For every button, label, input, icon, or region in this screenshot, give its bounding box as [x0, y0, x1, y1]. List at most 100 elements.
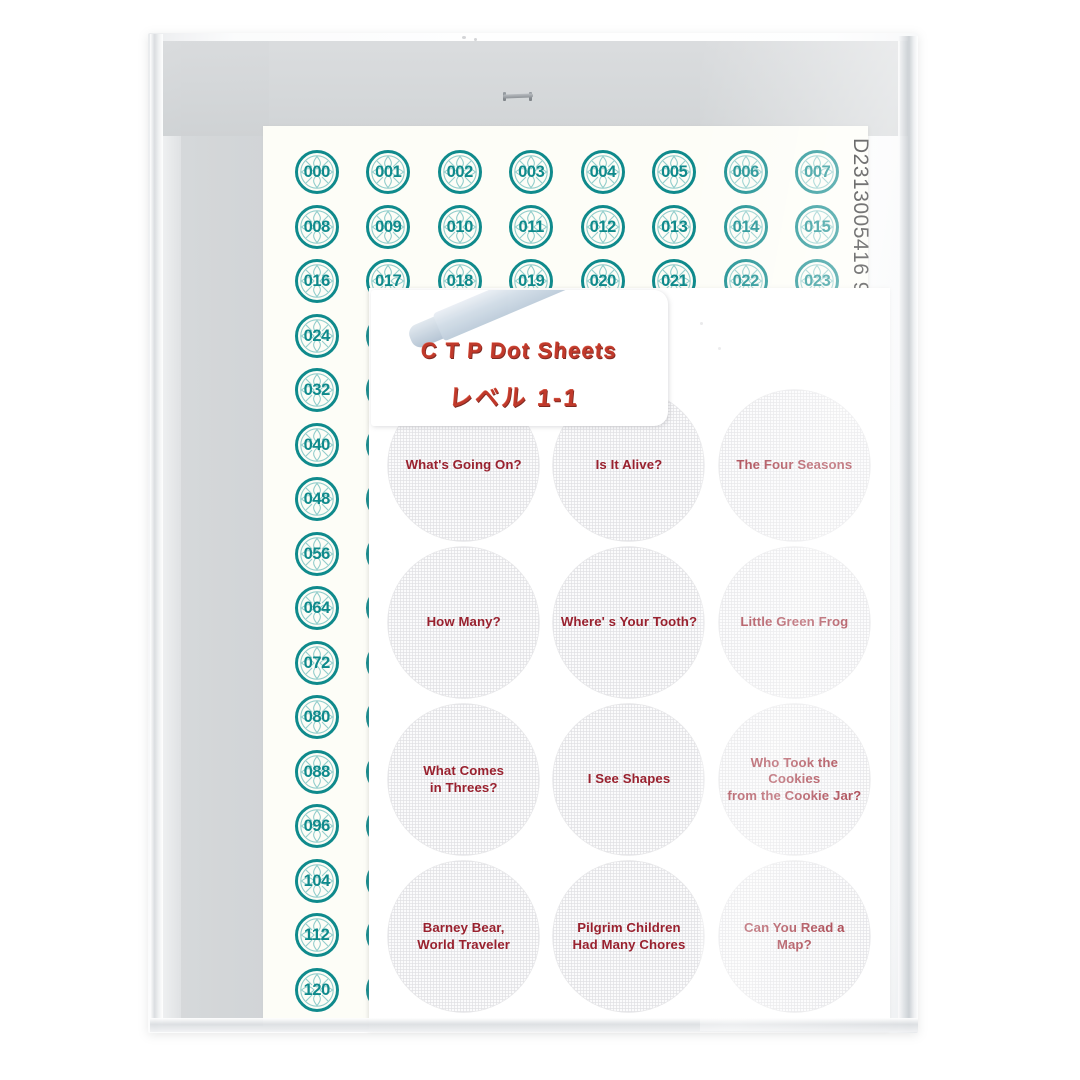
title-sticker-cell[interactable]: Pilgrim Children Had Many Chores	[546, 859, 711, 1014]
number-dot-cell[interactable]: 004	[567, 145, 639, 200]
numbered-dot-sticker[interactable]: 024	[294, 313, 339, 358]
numbered-dot-sticker[interactable]: 008	[294, 204, 339, 249]
dot-number-label: 072	[303, 653, 331, 672]
dot-number-label: 007	[804, 163, 831, 181]
number-dot-cell[interactable]: 003	[496, 145, 568, 200]
numbered-dot-sticker[interactable]: 056	[294, 531, 339, 576]
dot-number-label: 011	[518, 217, 545, 236]
number-dot-cell[interactable]: 012	[567, 200, 639, 255]
dot-number-label: 015	[804, 217, 831, 236]
product-code-text: D2313005416 9	[849, 138, 872, 294]
number-dot-cell[interactable]: 096	[281, 799, 353, 854]
title-sticker-cell[interactable]: Barney Bear, World Traveler	[381, 859, 546, 1014]
numbered-dot-sticker[interactable]: 007	[795, 150, 840, 195]
number-dot-cell[interactable]: 088	[281, 745, 353, 800]
number-dot-cell[interactable]: 032	[281, 363, 353, 418]
staple-icon	[502, 91, 534, 101]
number-dot-cell[interactable]: 112	[281, 908, 353, 963]
numbered-dot-sticker[interactable]: 006	[723, 150, 768, 195]
title-sticker[interactable]: Barney Bear, World Traveler	[388, 861, 540, 1012]
number-dot-cell[interactable]: 009	[353, 200, 425, 255]
title-sticker[interactable]: What Comes in Threes?	[388, 704, 540, 855]
numbered-dot-sticker[interactable]: 005	[652, 150, 697, 195]
number-dot-cell[interactable]: 007	[782, 145, 854, 200]
number-dot-row: 000 001 002 003 004 005 006 007	[281, 145, 856, 200]
bag-top-flap	[163, 41, 908, 136]
number-dot-cell[interactable]: 048	[281, 472, 353, 527]
numbered-dot-sticker[interactable]: 014	[723, 204, 768, 249]
number-dot-cell[interactable]: 006	[710, 145, 782, 200]
number-dot-cell[interactable]: 080	[281, 690, 353, 745]
title-sticker-cell[interactable]: How Many?	[381, 545, 546, 700]
title-sticker[interactable]: Where' s Your Tooth?	[553, 547, 705, 698]
title-sticker-label: Is It Alive?	[595, 457, 663, 473]
numbered-dot-sticker[interactable]: 010	[437, 204, 482, 249]
numbered-dot-sticker[interactable]: 001	[366, 150, 411, 195]
numbered-dot-sticker[interactable]: 048	[294, 477, 339, 522]
numbered-dot-sticker[interactable]: 013	[652, 204, 697, 249]
title-sticker[interactable]: Little Green Frog	[718, 547, 870, 698]
title-sticker-cell[interactable]: I See Shapes	[546, 702, 711, 857]
dot-number-label: 008	[303, 217, 331, 236]
title-sticker-cell[interactable]: What Comes in Threes?	[381, 702, 546, 857]
title-sticker-cell[interactable]: Can You Read a Map?	[712, 859, 877, 1014]
number-dot-cell[interactable]: 104	[281, 854, 353, 909]
title-sticker[interactable]: Can You Read a Map?	[718, 861, 870, 1012]
number-dot-cell[interactable]: 005	[639, 145, 711, 200]
dot-number-label: 040	[303, 435, 331, 454]
title-sticker[interactable]: Pilgrim Children Had Many Chores	[553, 861, 705, 1012]
number-dot-cell[interactable]: 002	[424, 145, 496, 200]
dot-number-label: 120	[303, 980, 331, 999]
numbered-dot-sticker[interactable]: 015	[795, 204, 840, 249]
dot-number-label: 012	[589, 217, 617, 236]
title-sticker-cell[interactable]: Little Green Frog	[712, 545, 877, 700]
numbered-dot-sticker[interactable]: 096	[294, 804, 339, 849]
handwritten-label-card: C T P Dot Sheets レベル 1-1	[371, 290, 668, 426]
number-dot-cell[interactable]: 013	[639, 200, 711, 255]
number-dot-cell[interactable]: 072	[281, 636, 353, 691]
title-sticker[interactable]: Who Took the Cookies from the Cookie Jar…	[718, 704, 870, 855]
number-dot-cell[interactable]: 016	[281, 254, 353, 309]
numbered-dot-sticker[interactable]: 112	[294, 913, 339, 958]
numbered-dot-sticker[interactable]: 003	[509, 150, 554, 195]
number-dot-cell[interactable]: 008	[281, 200, 353, 255]
number-dot-cell[interactable]: 000	[281, 145, 353, 200]
number-dot-cell[interactable]: 014	[710, 200, 782, 255]
bag-bottom-edge	[150, 1018, 918, 1032]
title-sticker-cell[interactable]: The Four Seasons	[712, 388, 877, 543]
title-sticker-cell[interactable]: Where' s Your Tooth?	[546, 545, 711, 700]
numbered-dot-sticker[interactable]: 004	[580, 150, 625, 195]
numbered-dot-sticker[interactable]: 011	[509, 204, 554, 249]
numbered-dot-sticker[interactable]: 104	[294, 858, 339, 903]
number-dot-cell[interactable]: 001	[353, 145, 425, 200]
numbered-dot-sticker[interactable]: 032	[294, 368, 339, 413]
numbered-dot-sticker[interactable]: 120	[294, 967, 339, 1012]
number-dot-cell[interactable]: 024	[281, 309, 353, 364]
dot-number-label: 096	[303, 817, 331, 835]
bag-left-edge	[150, 34, 163, 1032]
numbered-dot-sticker[interactable]: 016	[294, 259, 339, 304]
numbered-dot-sticker[interactable]: 064	[294, 586, 339, 631]
dot-number-label: 005	[661, 163, 688, 181]
numbered-dot-sticker[interactable]: 072	[294, 640, 339, 685]
numbered-dot-sticker[interactable]: 088	[294, 749, 339, 794]
dot-number-label: 112	[304, 926, 330, 944]
numbered-dot-sticker[interactable]: 012	[580, 204, 625, 249]
number-dot-cell[interactable]: 120	[281, 963, 353, 1018]
numbered-dot-sticker[interactable]: 002	[437, 150, 482, 195]
numbered-dot-sticker[interactable]: 040	[294, 422, 339, 467]
number-dot-cell[interactable]: 015	[782, 200, 854, 255]
number-dot-cell[interactable]: 010	[424, 200, 496, 255]
title-sticker[interactable]: The Four Seasons	[718, 390, 870, 541]
title-sticker[interactable]: I See Shapes	[553, 704, 705, 855]
numbered-dot-sticker[interactable]: 080	[294, 695, 339, 740]
number-dot-cell[interactable]: 056	[281, 527, 353, 582]
number-dot-cell[interactable]: 011	[496, 200, 568, 255]
numbered-dot-sticker[interactable]: 000	[294, 150, 339, 195]
title-sticker-cell[interactable]: Who Took the Cookies from the Cookie Jar…	[712, 702, 877, 857]
numbered-dot-sticker[interactable]: 009	[366, 204, 411, 249]
number-dot-cell[interactable]: 064	[281, 581, 353, 636]
title-sticker[interactable]: How Many?	[388, 547, 540, 698]
title-sticker-label: What's Going On?	[405, 457, 522, 473]
number-dot-cell[interactable]: 040	[281, 418, 353, 473]
